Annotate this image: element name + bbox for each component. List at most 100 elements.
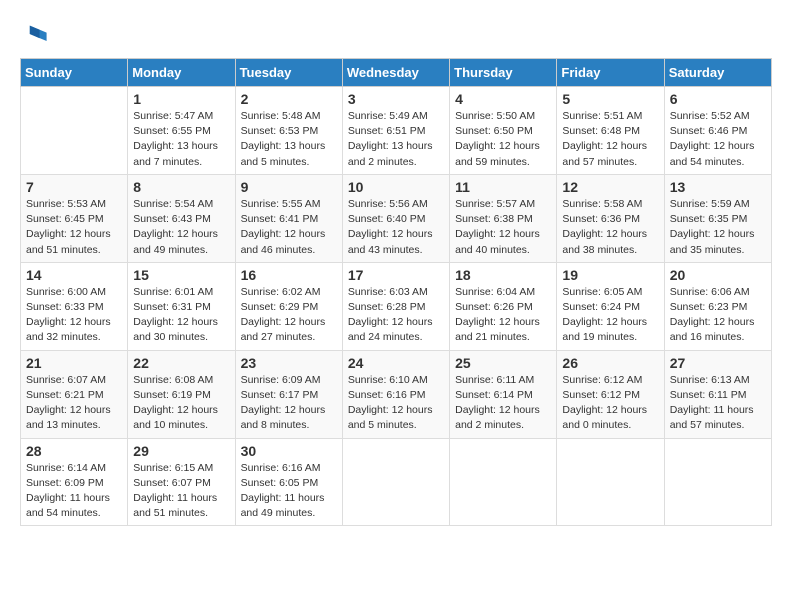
weekday-header-monday: Monday	[128, 59, 235, 87]
calendar-cell: 22 Sunrise: 6:08 AM Sunset: 6:19 PM Dayli…	[128, 350, 235, 438]
calendar-cell: 5 Sunrise: 5:51 AM Sunset: 6:48 PM Daylig…	[557, 87, 664, 175]
day-info: Sunrise: 6:02 AM Sunset: 6:29 PM Dayligh…	[241, 285, 337, 346]
calendar-cell: 18 Sunrise: 6:04 AM Sunset: 6:26 PM Dayli…	[450, 262, 557, 350]
calendar-cell: 16 Sunrise: 6:02 AM Sunset: 6:29 PM Dayli…	[235, 262, 342, 350]
day-info: Sunrise: 5:53 AM Sunset: 6:45 PM Dayligh…	[26, 197, 122, 258]
day-number: 4	[455, 91, 551, 107]
day-number: 13	[670, 179, 766, 195]
day-info: Sunrise: 6:14 AM Sunset: 6:09 PM Dayligh…	[26, 461, 122, 522]
calendar-cell: 8Sunrise: 5:54 AM Sunset: 6:43 PM Daylig…	[128, 174, 235, 262]
calendar-cell: 23 Sunrise: 6:09 AM Sunset: 6:17 PM Dayli…	[235, 350, 342, 438]
calendar-week-row: 14 Sunrise: 6:00 AM Sunset: 6:33 PM Dayli…	[21, 262, 772, 350]
day-info: Sunrise: 5:47 AM Sunset: 6:55 PM Dayligh…	[133, 109, 229, 170]
calendar-cell: 15 Sunrise: 6:01 AM Sunset: 6:31 PM Dayli…	[128, 262, 235, 350]
calendar-cell	[342, 438, 449, 526]
day-number: 30	[241, 443, 337, 459]
calendar-cell	[664, 438, 771, 526]
calendar-cell: 9 Sunrise: 5:55 AM Sunset: 6:41 PM Daylig…	[235, 174, 342, 262]
day-number: 8	[133, 179, 229, 195]
day-info: Sunrise: 5:55 AM Sunset: 6:41 PM Dayligh…	[241, 197, 337, 258]
day-info: Sunrise: 6:12 AM Sunset: 6:12 PM Dayligh…	[562, 373, 658, 434]
weekday-header-sunday: Sunday	[21, 59, 128, 87]
day-info: Sunrise: 6:08 AM Sunset: 6:19 PM Dayligh…	[133, 373, 229, 434]
calendar-week-row: 1 Sunrise: 5:47 AM Sunset: 6:55 PM Daylig…	[21, 87, 772, 175]
day-info: Sunrise: 5:58 AM Sunset: 6:36 PM Dayligh…	[562, 197, 658, 258]
day-info: Sunrise: 6:10 AM Sunset: 6:16 PM Dayligh…	[348, 373, 444, 434]
day-info: Sunrise: 6:13 AM Sunset: 6:11 PM Dayligh…	[670, 373, 766, 434]
weekday-header-saturday: Saturday	[664, 59, 771, 87]
weekday-header-row: SundayMondayTuesdayWednesdayThursdayFrid…	[21, 59, 772, 87]
day-info: Sunrise: 6:11 AM Sunset: 6:14 PM Dayligh…	[455, 373, 551, 434]
calendar-cell: 17 Sunrise: 6:03 AM Sunset: 6:28 PM Dayli…	[342, 262, 449, 350]
day-number: 14	[26, 267, 122, 283]
day-number: 11	[455, 179, 551, 195]
calendar-week-row: 28 Sunrise: 6:14 AM Sunset: 6:09 PM Dayli…	[21, 438, 772, 526]
day-info: Sunrise: 5:51 AM Sunset: 6:48 PM Dayligh…	[562, 109, 658, 170]
day-info: Sunrise: 6:01 AM Sunset: 6:31 PM Dayligh…	[133, 285, 229, 346]
day-info: Sunrise: 5:52 AM Sunset: 6:46 PM Dayligh…	[670, 109, 766, 170]
day-info: Sunrise: 6:00 AM Sunset: 6:33 PM Dayligh…	[26, 285, 122, 346]
calendar-week-row: 21Sunrise: 6:07 AM Sunset: 6:21 PM Dayli…	[21, 350, 772, 438]
calendar-cell: 4Sunrise: 5:50 AM Sunset: 6:50 PM Daylig…	[450, 87, 557, 175]
weekday-header-thursday: Thursday	[450, 59, 557, 87]
day-number: 20	[670, 267, 766, 283]
day-number: 29	[133, 443, 229, 459]
day-number: 2	[241, 91, 337, 107]
day-number: 18	[455, 267, 551, 283]
day-number: 3	[348, 91, 444, 107]
day-number: 16	[241, 267, 337, 283]
calendar-cell: 29 Sunrise: 6:15 AM Sunset: 6:07 PM Dayli…	[128, 438, 235, 526]
calendar-cell: 6 Sunrise: 5:52 AM Sunset: 6:46 PM Daylig…	[664, 87, 771, 175]
day-number: 25	[455, 355, 551, 371]
day-info: Sunrise: 5:49 AM Sunset: 6:51 PM Dayligh…	[348, 109, 444, 170]
day-info: Sunrise: 5:48 AM Sunset: 6:53 PM Dayligh…	[241, 109, 337, 170]
calendar-cell: 7 Sunrise: 5:53 AM Sunset: 6:45 PM Daylig…	[21, 174, 128, 262]
day-number: 23	[241, 355, 337, 371]
calendar-cell: 14 Sunrise: 6:00 AM Sunset: 6:33 PM Dayli…	[21, 262, 128, 350]
calendar-cell: 30 Sunrise: 6:16 AM Sunset: 6:05 PM Dayli…	[235, 438, 342, 526]
page-header	[20, 20, 772, 48]
day-number: 22	[133, 355, 229, 371]
day-info: Sunrise: 6:04 AM Sunset: 6:26 PM Dayligh…	[455, 285, 551, 346]
calendar-cell: 12 Sunrise: 5:58 AM Sunset: 6:36 PM Dayli…	[557, 174, 664, 262]
calendar-cell: 26 Sunrise: 6:12 AM Sunset: 6:12 PM Dayli…	[557, 350, 664, 438]
day-info: Sunrise: 6:07 AM Sunset: 6:21 PM Dayligh…	[26, 373, 122, 434]
day-info: Sunrise: 6:06 AM Sunset: 6:23 PM Dayligh…	[670, 285, 766, 346]
day-number: 7	[26, 179, 122, 195]
calendar-cell: 3 Sunrise: 5:49 AM Sunset: 6:51 PM Daylig…	[342, 87, 449, 175]
calendar-cell: 28 Sunrise: 6:14 AM Sunset: 6:09 PM Dayli…	[21, 438, 128, 526]
day-info: Sunrise: 6:16 AM Sunset: 6:05 PM Dayligh…	[241, 461, 337, 522]
logo-icon	[20, 20, 48, 48]
day-number: 19	[562, 267, 658, 283]
day-info: Sunrise: 6:09 AM Sunset: 6:17 PM Dayligh…	[241, 373, 337, 434]
day-info: Sunrise: 5:59 AM Sunset: 6:35 PM Dayligh…	[670, 197, 766, 258]
logo	[20, 20, 52, 48]
day-number: 6	[670, 91, 766, 107]
calendar-cell: 19 Sunrise: 6:05 AM Sunset: 6:24 PM Dayli…	[557, 262, 664, 350]
day-number: 26	[562, 355, 658, 371]
calendar-cell: 10Sunrise: 5:56 AM Sunset: 6:40 PM Dayli…	[342, 174, 449, 262]
day-number: 5	[562, 91, 658, 107]
weekday-header-wednesday: Wednesday	[342, 59, 449, 87]
day-info: Sunrise: 5:56 AM Sunset: 6:40 PM Dayligh…	[348, 197, 444, 258]
day-info: Sunrise: 6:05 AM Sunset: 6:24 PM Dayligh…	[562, 285, 658, 346]
calendar-cell: 24 Sunrise: 6:10 AM Sunset: 6:16 PM Dayli…	[342, 350, 449, 438]
day-number: 12	[562, 179, 658, 195]
day-number: 24	[348, 355, 444, 371]
day-number: 27	[670, 355, 766, 371]
day-info: Sunrise: 6:15 AM Sunset: 6:07 PM Dayligh…	[133, 461, 229, 522]
calendar-week-row: 7 Sunrise: 5:53 AM Sunset: 6:45 PM Daylig…	[21, 174, 772, 262]
day-number: 28	[26, 443, 122, 459]
day-number: 17	[348, 267, 444, 283]
calendar-cell: 25 Sunrise: 6:11 AM Sunset: 6:14 PM Dayli…	[450, 350, 557, 438]
calendar-cell: 2 Sunrise: 5:48 AM Sunset: 6:53 PM Daylig…	[235, 87, 342, 175]
day-info: Sunrise: 5:57 AM Sunset: 6:38 PM Dayligh…	[455, 197, 551, 258]
day-number: 1	[133, 91, 229, 107]
day-number: 15	[133, 267, 229, 283]
calendar-cell	[21, 87, 128, 175]
calendar-cell	[450, 438, 557, 526]
calendar-cell: 27 Sunrise: 6:13 AM Sunset: 6:11 PM Dayli…	[664, 350, 771, 438]
day-info: Sunrise: 6:03 AM Sunset: 6:28 PM Dayligh…	[348, 285, 444, 346]
day-number: 9	[241, 179, 337, 195]
weekday-header-tuesday: Tuesday	[235, 59, 342, 87]
